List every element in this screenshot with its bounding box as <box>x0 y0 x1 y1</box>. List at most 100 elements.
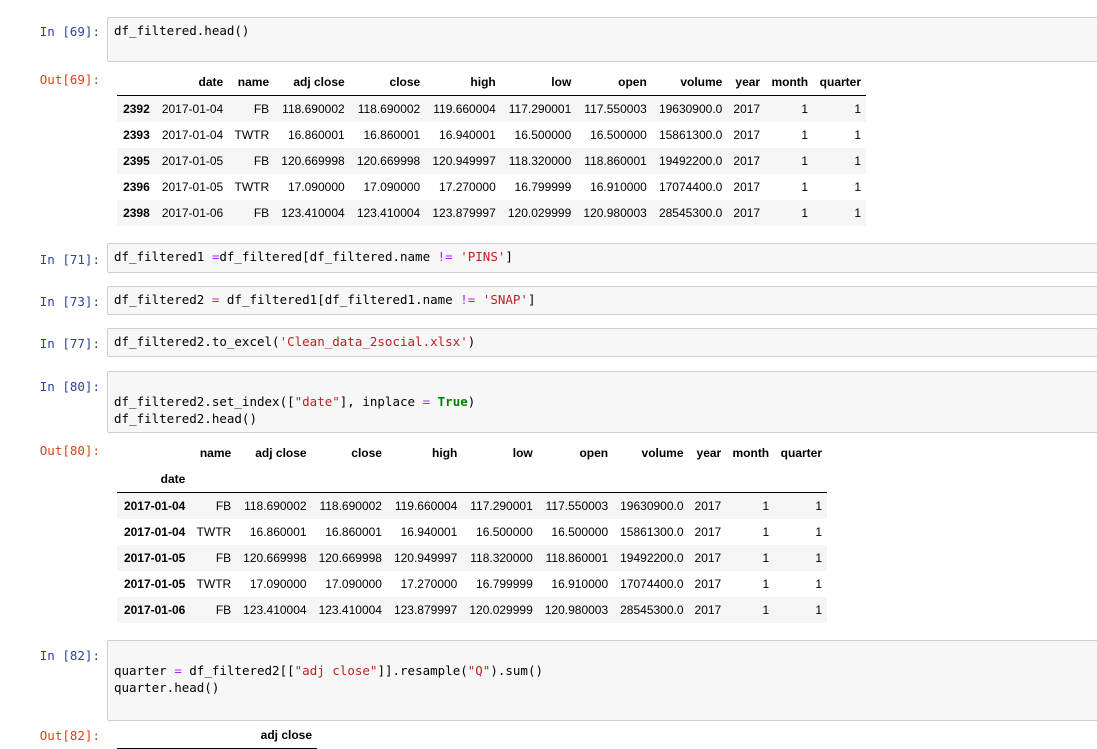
table-cell: 1 <box>815 525 822 539</box>
table-cell: FB <box>253 206 270 220</box>
table-cell: TWTR <box>234 180 270 194</box>
table-cell: 1 <box>854 128 861 142</box>
header-row: date name adj close close high low open volume y… <box>117 69 866 96</box>
table-cell: TWTR <box>196 525 232 539</box>
output-prompt: Out[82]: <box>39 728 100 743</box>
table-cell: 16.500000 <box>514 128 572 142</box>
column-header <box>726 466 775 493</box>
table-cell: 1 <box>854 102 861 116</box>
table-row: 2017-01-05 TWTR 17.090000 17.090000 17.27000… <box>117 571 827 597</box>
row-index: 2396 <box>123 180 150 194</box>
input-prompt: In [77]: <box>39 336 100 351</box>
output-prompt: Out[80]: <box>39 443 100 458</box>
column-header <box>613 466 689 493</box>
table-cell: 118.690002 <box>357 102 421 116</box>
table-cell: 2017 <box>733 154 761 168</box>
code-cell-input[interactable]: df_filtered.head() <box>107 17 1097 62</box>
input-prompt: In [82]: <box>39 648 100 663</box>
table-cell: 1 <box>762 551 770 565</box>
column-header: low <box>500 69 577 96</box>
table-cell: 1 <box>854 206 861 220</box>
column-header <box>236 466 312 493</box>
table-row: 2396 2017-01-05 TWTR 17.090000 17.090000 17.2… <box>117 174 866 200</box>
code-token-str: "adj close" <box>294 663 378 678</box>
code-token-op: != <box>460 292 476 307</box>
code-cell-input[interactable]: df_filtered1 =df_filtered[df_filtered.na… <box>107 243 1097 273</box>
table-cell: 2017-01-04 <box>161 102 224 116</box>
column-header: open <box>579 446 609 460</box>
table-cell: 118.860001 <box>584 154 647 168</box>
code-token: quarter.head() <box>114 680 220 695</box>
table-cell: 19492200.0 <box>620 551 684 565</box>
table-cell: 1 <box>801 154 809 168</box>
code-cell-input[interactable]: df_filtered2.to_excel('Clean_data_2socia… <box>107 328 1097 357</box>
table-cell: 1 <box>815 577 822 591</box>
column-header: high <box>425 69 501 96</box>
column-header: open <box>576 69 652 96</box>
table-cell: 16.860001 <box>363 128 421 142</box>
input-prompt: In [71]: <box>39 252 100 267</box>
code-token: ) <box>467 394 476 409</box>
table-cell: 1 <box>801 128 809 142</box>
code-token: ], inplace <box>339 394 423 409</box>
table-cell: 17074400.0 <box>620 577 684 591</box>
table-row: 2398 2017-01-06 FB 123.410004 123.410004 123.… <box>117 200 866 226</box>
code-token: df_filtered1 <box>114 249 212 264</box>
code-token: ) <box>467 334 476 349</box>
column-header <box>117 722 146 749</box>
row-index: 2017-01-05 <box>123 577 186 591</box>
row-index: 2393 <box>123 128 150 142</box>
table-row: 2392 2017-01-04 FB 118.690002 118.690002 119.… <box>117 95 866 122</box>
table-cell: 2017 <box>733 180 761 194</box>
code-cell-input[interactable]: quarter = df_filtered2[["adj close"]].re… <box>107 640 1097 721</box>
column-header <box>190 466 237 493</box>
code-token: ] <box>527 292 536 307</box>
code-token-str: 'PINS' <box>460 249 506 264</box>
code-cell-input[interactable]: df_filtered2.set_index(["date"], inplace… <box>107 371 1097 433</box>
code-token: df_filtered[df_filtered.name <box>219 249 438 264</box>
table-cell: 117.550003 <box>584 102 647 116</box>
table-cell: 118.690002 <box>282 102 345 116</box>
code-token: df_filtered2.head() <box>114 411 257 426</box>
table-cell: 118.860001 <box>545 551 609 565</box>
code-cell-input[interactable]: df_filtered2 = df_filtered1[df_filtered1… <box>107 286 1097 315</box>
table-cell: 1 <box>762 603 770 617</box>
row-index: 2017-01-04 <box>123 499 186 513</box>
table-cell: 119.660004 <box>394 499 458 513</box>
table-cell: 16.860001 <box>249 525 307 539</box>
table-cell: 123.879997 <box>393 603 458 617</box>
table-cell: 16.860001 <box>287 128 345 142</box>
table-cell: 123.410004 <box>356 206 421 220</box>
column-header: year <box>727 69 766 96</box>
table-cell: 120.980003 <box>583 206 647 220</box>
table-row: 2017-01-04 TWTR 16.860001 16.860001 16.94000… <box>117 519 827 545</box>
row-index: 2017-01-04 <box>123 525 186 539</box>
column-header: name <box>228 69 275 96</box>
code-token: df_filtered2.to_excel( <box>114 334 280 349</box>
code-token: df_filtered.head() <box>114 23 250 38</box>
column-header: adj close <box>274 69 350 96</box>
column-header <box>386 466 463 493</box>
column-header: close <box>349 69 426 96</box>
table-cell: 1 <box>762 577 770 591</box>
table-row: 2395 2017-01-05 FB 120.669998 120.669998 120.… <box>117 148 866 174</box>
code-line: df_filtered1 =df_filtered[df_filtered.na… <box>114 248 1092 265</box>
table-cell: 2017 <box>733 102 761 116</box>
input-prompt: In [73]: <box>39 294 100 309</box>
column-header: year <box>696 446 722 460</box>
column-header <box>688 466 727 493</box>
table-cell: 120.669998 <box>243 551 307 565</box>
table-cell: TWTR <box>196 577 232 591</box>
table-cell: 117.550003 <box>545 499 609 513</box>
table-cell: 16.910000 <box>551 577 609 591</box>
table-cell: 123.410004 <box>318 603 382 617</box>
column-header <box>462 466 538 493</box>
code-token: ] <box>505 249 513 264</box>
row-index: 2395 <box>123 154 150 168</box>
table-cell: 16.940001 <box>400 525 458 539</box>
column-header <box>117 440 190 466</box>
header-row: date <box>117 466 827 493</box>
